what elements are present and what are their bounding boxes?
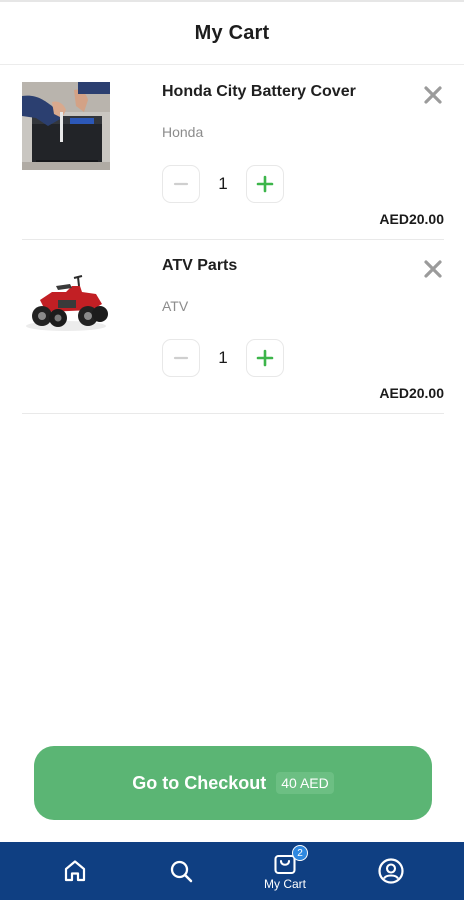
nav-profile[interactable] (356, 842, 426, 900)
close-icon (424, 260, 442, 278)
user-circle-icon (378, 858, 404, 884)
product-name[interactable]: Honda City Battery Cover (162, 83, 356, 101)
page-title: My Cart (194, 21, 270, 44)
plus-icon (256, 349, 274, 367)
product-price: AED20.00 (379, 211, 444, 227)
product-image[interactable] (22, 256, 110, 344)
cart-count-badge: 2 (292, 845, 308, 861)
remove-item-button[interactable] (422, 258, 444, 280)
search-icon (170, 860, 193, 883)
checkout-total: 40 AED (276, 772, 334, 794)
minus-icon (173, 356, 189, 360)
close-icon (424, 86, 442, 104)
product-brand: ATV (162, 298, 189, 314)
atv-photo (22, 256, 110, 344)
increase-quantity-button[interactable] (246, 339, 284, 377)
plus-icon (256, 175, 274, 193)
bottom-navigation: 2 My Cart (0, 842, 464, 900)
quantity-value: 1 (218, 174, 228, 193)
product-price: AED20.00 (379, 385, 444, 401)
remove-item-button[interactable] (422, 84, 444, 106)
cart-item: Honda City Battery Cover Honda 1 AED20.0… (22, 66, 444, 240)
nav-my-cart-label: My Cart (264, 876, 306, 891)
nav-home[interactable] (40, 842, 110, 900)
app-header: My Cart (0, 2, 464, 65)
checkout-button[interactable]: Go to Checkout 40 AED (34, 746, 432, 820)
quantity-stepper: 1 (162, 338, 284, 378)
quantity-stepper: 1 (162, 164, 284, 204)
car-battery-photo (22, 82, 110, 170)
quantity-value: 1 (218, 348, 228, 367)
minus-icon (173, 182, 189, 186)
decrease-quantity-button[interactable] (162, 339, 200, 377)
nav-my-cart[interactable]: 2 My Cart (250, 842, 320, 900)
product-name[interactable]: ATV Parts (162, 257, 237, 275)
checkout-label: Go to Checkout (132, 772, 267, 793)
product-image[interactable] (22, 82, 110, 170)
decrease-quantity-button[interactable] (162, 165, 200, 203)
home-icon (64, 860, 86, 882)
product-brand: Honda (162, 124, 204, 140)
cart-item: ATV Parts ATV 1 AED20.00 (22, 240, 444, 414)
nav-search[interactable] (146, 842, 216, 900)
increase-quantity-button[interactable] (246, 165, 284, 203)
